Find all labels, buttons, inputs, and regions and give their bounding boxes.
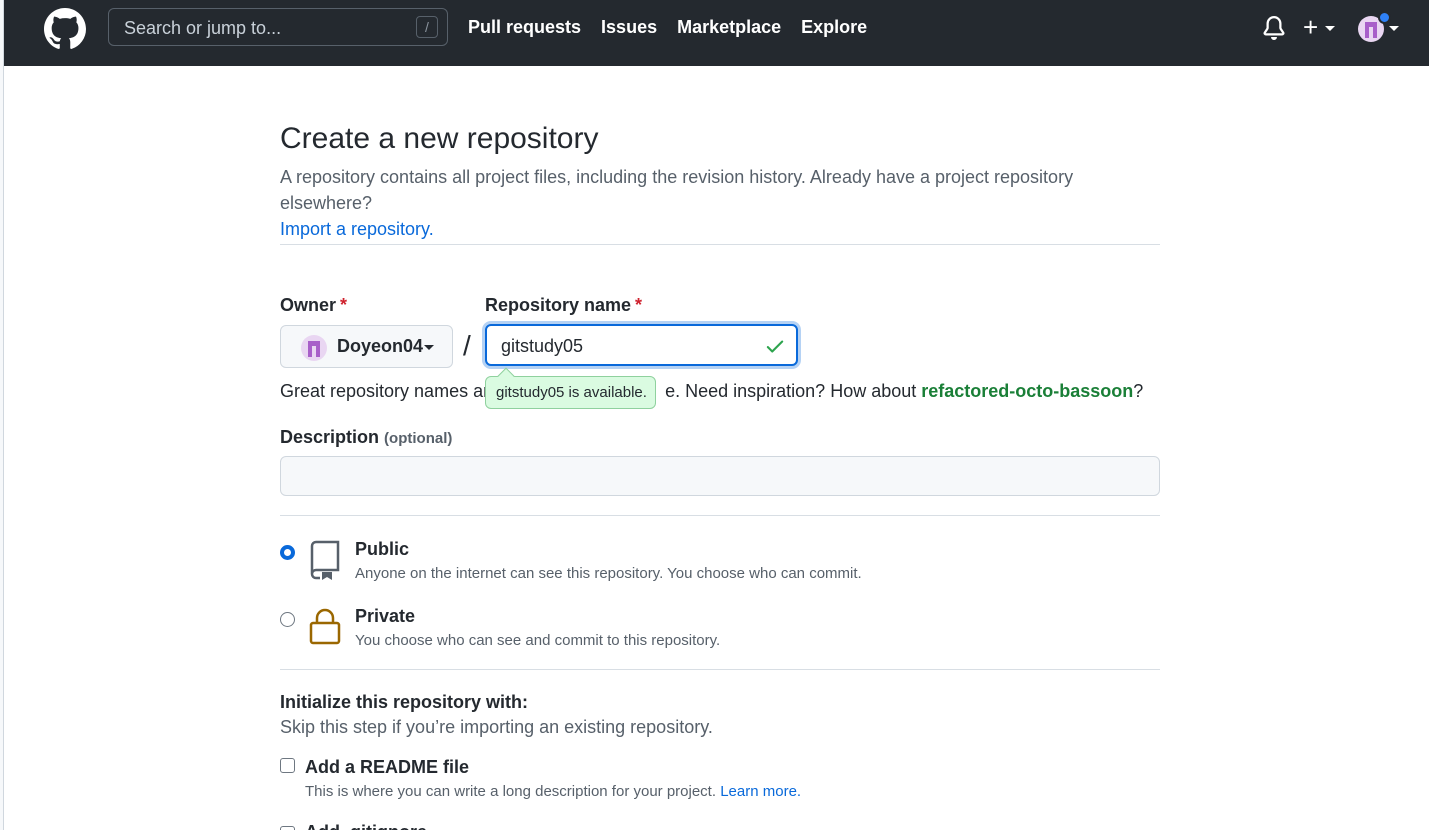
learn-more-link[interactable]: Learn more. bbox=[720, 783, 801, 800]
owner-label-text: Owner bbox=[280, 295, 337, 315]
owner-label: Owner * bbox=[280, 295, 347, 316]
description-label-text: Description bbox=[280, 427, 380, 447]
gitignore-title: Add .gitignore bbox=[305, 822, 427, 830]
private-description: You choose who can see and commit to thi… bbox=[355, 632, 721, 649]
lock-icon bbox=[309, 608, 341, 645]
repo-name-suggestion[interactable]: refactored-octo-bassoon bbox=[921, 381, 1133, 401]
optional-tag: (optional) bbox=[384, 430, 453, 447]
hint-suffix: ? bbox=[1133, 381, 1144, 401]
owner-avatar bbox=[301, 335, 327, 361]
repo-name-hint: Great repository names are e. Need inspir… bbox=[280, 381, 1143, 402]
gitignore-checkbox[interactable] bbox=[280, 826, 295, 830]
avatar-pattern-icon bbox=[308, 341, 320, 357]
nav-explore[interactable]: Explore bbox=[801, 17, 867, 38]
owner-repo-separator: / bbox=[463, 330, 471, 361]
window-edge bbox=[0, 0, 4, 830]
required-mark: * bbox=[340, 295, 348, 315]
search-shortcut-key: / bbox=[416, 16, 438, 38]
availability-tooltip: gitstudy05 is available. bbox=[485, 367, 656, 409]
description-input[interactable] bbox=[280, 456, 1160, 496]
public-title: Public bbox=[355, 539, 410, 559]
repo-name-value: gitstudy05 bbox=[501, 336, 584, 356]
init-subtitle: Skip this step if you’re importing an ex… bbox=[280, 717, 713, 737]
nav-issues[interactable]: Issues bbox=[601, 17, 657, 38]
repo-book-icon bbox=[310, 540, 340, 580]
readme-description: This is where you can write a long descr… bbox=[305, 783, 801, 800]
readme-checkbox[interactable] bbox=[280, 758, 295, 773]
nav-marketplace[interactable]: Marketplace bbox=[677, 17, 781, 38]
page-title: Create a new repository bbox=[280, 122, 599, 155]
tooltip-arrow bbox=[497, 367, 515, 385]
private-title: Private bbox=[355, 606, 416, 626]
divider bbox=[280, 669, 1160, 670]
search-input[interactable]: Search or jump to... / bbox=[108, 8, 448, 46]
hint-middle: e. Need inspiration? How about bbox=[665, 381, 917, 401]
init-title: Initialize this repository with: bbox=[280, 692, 529, 712]
required-mark: * bbox=[635, 295, 643, 315]
readme-description-text: This is where you can write a long descr… bbox=[305, 783, 717, 800]
chevron-down-icon[interactable] bbox=[1325, 26, 1335, 31]
repo-name-input[interactable]: gitstudy05 bbox=[485, 324, 798, 366]
hint-prefix: Great repository names are bbox=[280, 381, 500, 401]
owner-select[interactable]: Doyeon04 bbox=[280, 325, 453, 368]
availability-text: gitstudy05 is available. bbox=[496, 384, 647, 401]
chevron-down-icon bbox=[424, 345, 434, 350]
chevron-down-icon[interactable] bbox=[1389, 26, 1399, 31]
public-radio[interactable] bbox=[280, 545, 295, 560]
nav-pull-requests[interactable]: Pull requests bbox=[468, 17, 581, 38]
page-subtitle: A repository contains all project files,… bbox=[280, 164, 1160, 242]
owner-name: Doyeon04 bbox=[337, 336, 424, 356]
import-repository-link[interactable]: Import a repository. bbox=[280, 219, 434, 239]
search-placeholder: Search or jump to... bbox=[124, 18, 282, 38]
notification-dot bbox=[1378, 11, 1391, 24]
create-new-button[interactable]: + bbox=[1303, 14, 1318, 40]
public-description: Anyone on the internet can see this repo… bbox=[355, 565, 862, 582]
repo-name-label-text: Repository name bbox=[485, 295, 632, 315]
divider bbox=[280, 515, 1160, 516]
subtitle-text: A repository contains all project files,… bbox=[280, 167, 1074, 213]
private-radio[interactable] bbox=[280, 612, 295, 627]
check-icon bbox=[766, 340, 784, 353]
repo-name-label: Repository name * bbox=[485, 295, 642, 316]
bell-icon[interactable] bbox=[1262, 16, 1286, 40]
header-nav: Pull requests Issues Marketplace Explore bbox=[468, 17, 867, 38]
global-header: Search or jump to... / Pull requests Iss… bbox=[4, 0, 1429, 66]
readme-title: Add a README file bbox=[305, 757, 470, 777]
description-label: Description (optional) bbox=[280, 427, 452, 448]
github-logo-icon[interactable] bbox=[44, 8, 86, 50]
divider bbox=[280, 244, 1160, 245]
